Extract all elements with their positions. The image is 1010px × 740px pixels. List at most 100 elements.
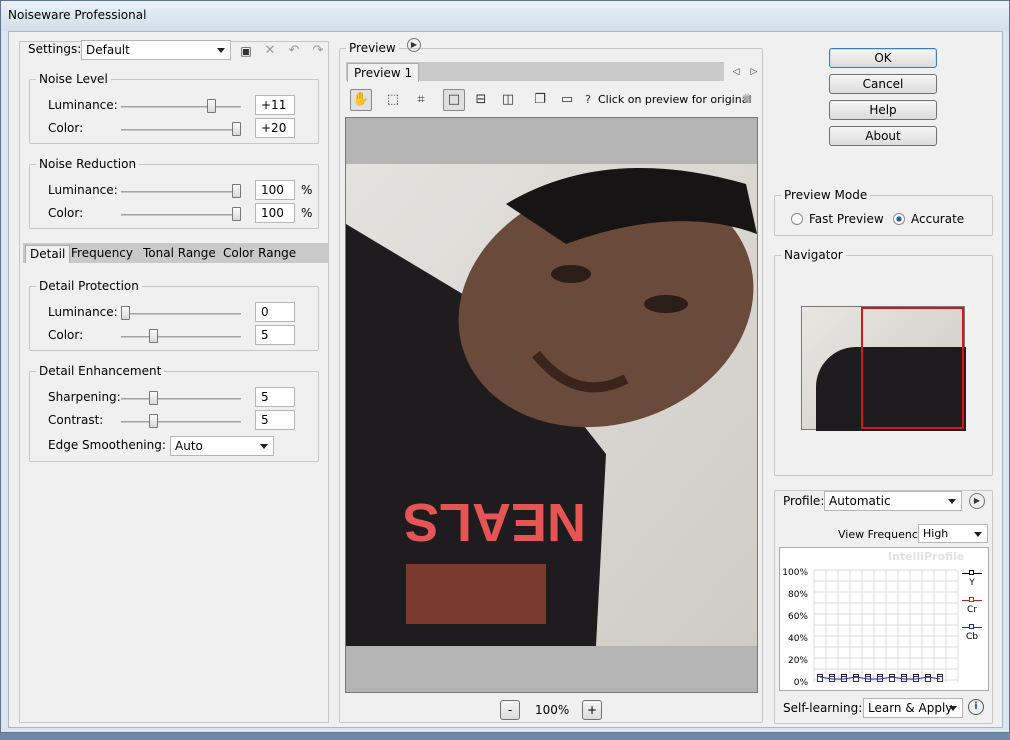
help-button[interactable]: Help — [829, 100, 937, 120]
noise-luminance-field[interactable]: +11 — [255, 95, 295, 115]
reduction-color-label: Color: — [48, 206, 84, 220]
noise-color-thumb[interactable] — [232, 122, 241, 136]
protection-luminance-field[interactable]: 0 — [255, 302, 295, 322]
reduction-luminance-label: Luminance: — [48, 183, 118, 197]
graph-legend-y: Y — [962, 568, 982, 588]
reduction-color-field[interactable]: 100 — [255, 203, 295, 223]
new-preview-icon[interactable]: ❐ — [529, 89, 551, 111]
protection-color-slider[interactable] — [121, 336, 241, 338]
view-frequency-label: View Frequency: — [838, 528, 928, 541]
split-vertical-icon[interactable]: ◫ — [497, 89, 519, 111]
preview-canvas[interactable]: NEALS — [345, 117, 758, 693]
graph-y-tick: 100% — [782, 568, 808, 578]
self-learning-label: Self-learning: — [783, 701, 863, 715]
compare-icon[interactable]: ▭ — [556, 89, 578, 111]
chevron-down-icon — [260, 444, 268, 449]
reduction-luminance-slider[interactable] — [121, 191, 241, 193]
settings-select[interactable]: Default — [81, 40, 231, 60]
save-icon[interactable]: ▣ — [235, 40, 257, 62]
dialog-body: Settings: Default ▣ ✕ ↶ ↷ Noise Level Lu… — [8, 31, 1003, 728]
detail-enhancement-title: Detail Enhancement — [39, 364, 162, 378]
noise-color-field[interactable]: +20 — [255, 118, 295, 138]
tab-color-range[interactable]: Color Range — [219, 245, 300, 263]
window-title: Noiseware Professional — [8, 8, 147, 22]
contrast-field[interactable]: 5 — [255, 410, 295, 430]
zoom-level: 100% — [535, 703, 570, 717]
noise-color-label: Color: — [48, 121, 84, 135]
graph-y-tick: 0% — [793, 678, 808, 688]
noise-reduction-title: Noise Reduction — [39, 157, 137, 171]
navigator-thumbnail[interactable] — [801, 306, 966, 431]
self-learning-select[interactable]: Learn & Apply — [863, 698, 963, 718]
preview-hint: Click on preview for original — [598, 93, 752, 106]
reduction-luminance-thumb[interactable] — [232, 184, 241, 198]
play-icon[interactable]: ▶ — [407, 38, 421, 52]
sharpening-slider[interactable] — [121, 398, 241, 400]
graph-y-tick: 80% — [787, 590, 808, 600]
protection-luminance-label: Luminance: — [48, 305, 118, 319]
tab-tonal-range[interactable]: Tonal Range — [139, 245, 220, 263]
reduction-luminance-unit: % — [301, 183, 313, 197]
navigator-viewport[interactable] — [861, 307, 964, 429]
info-icon[interactable]: i — [968, 699, 984, 715]
contrast-thumb[interactable] — [149, 414, 158, 428]
profile-label: Profile: — [783, 494, 827, 508]
tab-detail[interactable]: Detail — [25, 245, 71, 263]
graph-legend-cb: Cb — [962, 622, 982, 642]
chevron-right-icon[interactable]: ▷ — [743, 61, 765, 83]
preview-title: Preview — [349, 41, 396, 55]
hand-tool-icon[interactable]: ✋ — [350, 89, 372, 111]
contrast-slider[interactable] — [121, 421, 241, 423]
protection-color-thumb[interactable] — [149, 329, 158, 343]
ok-button[interactable]: OK — [829, 48, 937, 68]
navigator-title: Navigator — [784, 248, 843, 262]
reduction-color-unit: % — [301, 206, 313, 220]
graph-y-tick: 40% — [787, 634, 808, 644]
edge-smoothening-select[interactable]: Auto — [170, 436, 274, 456]
detail-tabs: Detail Frequency Tonal Range Color Range — [23, 243, 329, 263]
help-circle-icon[interactable]: ? — [577, 89, 599, 111]
reduction-color-slider[interactable] — [121, 214, 241, 216]
tab-preview-1[interactable]: Preview 1 — [347, 63, 420, 82]
about-button[interactable]: About — [829, 126, 937, 146]
title-bar: Noiseware Professional — [1, 1, 1009, 31]
sharpening-thumb[interactable] — [149, 391, 158, 405]
fast-preview-label[interactable]: Fast Preview — [809, 212, 884, 226]
svg-text:NEALS: NEALS — [403, 492, 586, 552]
tab-frequency[interactable]: Frequency — [67, 245, 137, 263]
protection-luminance-slider[interactable] — [121, 313, 241, 315]
detail-protection-title: Detail Protection — [39, 279, 139, 293]
noise-luminance-slider[interactable] — [121, 106, 241, 108]
split-horizontal-icon[interactable]: ⊟ — [470, 89, 492, 111]
graph-y-tick: 60% — [787, 612, 808, 622]
play-icon[interactable]: ▶ — [969, 493, 985, 509]
reduction-color-thumb[interactable] — [232, 207, 241, 221]
profile-select[interactable]: Automatic — [824, 491, 962, 511]
crop-tool-icon[interactable]: ⌗ — [410, 89, 432, 111]
zoom-in-button[interactable]: + — [582, 700, 602, 720]
select-tool-icon[interactable]: ⬚ — [382, 89, 404, 111]
graph-y-tick: 20% — [787, 656, 808, 666]
noise-luminance-thumb[interactable] — [207, 99, 216, 113]
undo-icon[interactable]: ↶ — [283, 40, 305, 62]
sharpening-field[interactable]: 5 — [255, 387, 295, 407]
sharpening-label: Sharpening: — [48, 390, 121, 404]
zoom-out-button[interactable]: - — [500, 700, 520, 720]
noise-color-slider[interactable] — [121, 129, 241, 131]
protection-color-field[interactable]: 5 — [255, 325, 295, 345]
chevron-down-icon — [948, 499, 956, 504]
redo-icon[interactable]: ↷ — [307, 40, 329, 62]
cancel-button[interactable]: Cancel — [829, 74, 937, 94]
chevron-down-icon — [949, 706, 957, 711]
single-view-icon[interactable]: □ — [443, 89, 465, 111]
protection-luminance-thumb[interactable] — [121, 306, 130, 320]
accurate-label[interactable]: Accurate — [911, 212, 964, 226]
intelliprofile-graph: IntelliProfile 100% 80% 60% 40% 20% 0% Y Cr C… — [779, 547, 989, 691]
settings-label: Settings: — [28, 42, 82, 56]
delete-icon[interactable]: ✕ — [259, 40, 281, 62]
reduction-luminance-field[interactable]: 100 — [255, 180, 295, 200]
preview-mode-title: Preview Mode — [784, 188, 868, 202]
fast-preview-radio[interactable] — [791, 213, 803, 225]
accurate-radio[interactable] — [893, 213, 905, 225]
view-frequency-select[interactable]: High — [918, 524, 988, 543]
